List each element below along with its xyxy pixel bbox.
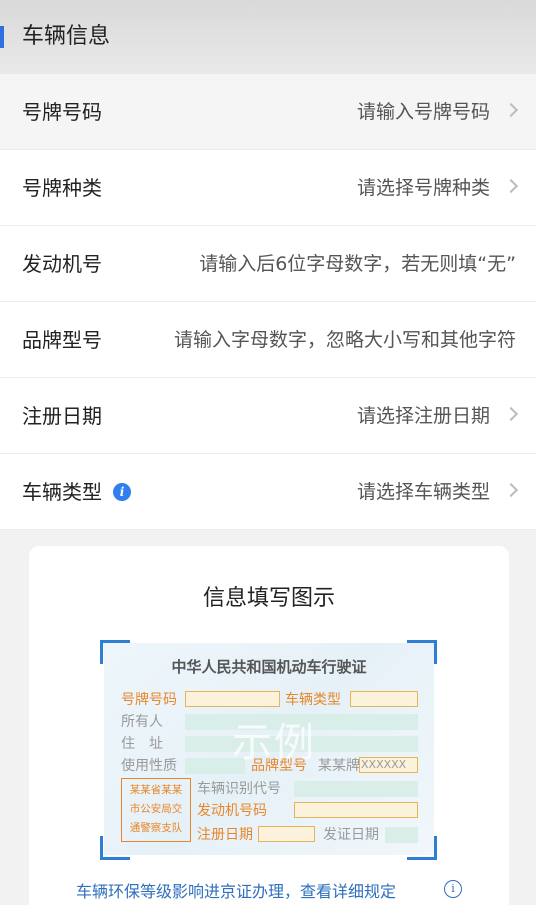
plate-number-label: 号牌号码 [22,100,102,124]
license-vin-box [294,781,418,797]
plate-number-input[interactable]: 请输入号牌号码 [357,74,490,150]
license-vehicle-type-box [350,691,418,707]
license-use-nature-label: 使用性质 [121,758,177,774]
chevron-right-icon [503,102,519,118]
license-issue-date-box [385,827,418,843]
vehicle-type-select[interactable]: 请选择车辆类型 [357,454,490,530]
info-icon[interactable]: i [113,483,131,501]
engine-number-label: 发动机号 [22,252,102,276]
license-vehicle-type-label: 车辆类型 [285,692,341,708]
license-owner-label: 所有人 [121,714,163,730]
page-header: 车辆信息 [0,0,536,74]
license-register-date-label: 注册日期 [197,827,253,843]
license-issue-date-label: 发证日期 [323,827,379,843]
guide-title: 信息填写图示 [202,586,335,611]
chevron-right-icon [503,178,519,194]
register-date-select[interactable]: 请选择注册日期 [357,378,490,454]
engine-number-row[interactable]: 发动机号 请输入后6位字母数字，若无则填“无” [0,226,536,302]
info-circle-icon[interactable]: i [444,880,462,898]
license-title: 中华人民共和国机动车行驶证 [171,658,367,676]
license-address-label: 住 址 [121,736,163,752]
register-date-label: 注册日期 [22,404,102,428]
license-stamp: 某某省某某 市公安局交 通警察支队 [121,778,191,842]
brand-model-row[interactable]: 品牌型号 请输入字母数字，忽略大小写和其他字符 [0,302,536,378]
chevron-right-icon [503,482,519,498]
emission-notice-link[interactable]: 车辆环保等级影响进京证办理，查看详细规定 [76,878,396,902]
license-vin-label: 车辆识别代号 [197,781,281,797]
register-date-row[interactable]: 注册日期 请选择注册日期 [0,378,536,454]
brand-model-label: 品牌型号 [22,328,102,352]
chevron-right-icon [503,406,519,422]
page-title: 车辆信息 [22,24,111,49]
vehicle-type-label: 车辆类型 [22,480,102,504]
vehicle-type-row[interactable]: 车辆类型 i 请选择车辆类型 [0,454,536,530]
license-engine-number-label: 发动机号码 [197,803,267,819]
plate-type-label: 号牌种类 [22,176,102,200]
plate-type-row[interactable]: 号牌种类 请选择号牌种类 [0,150,536,226]
license-engine-number-box [294,802,418,818]
license-plate-number-box [185,691,280,707]
header-accent-bar [0,26,4,48]
license-brand-sample: 某某牌 [318,758,360,774]
plate-number-row[interactable]: 号牌号码 请输入号牌号码 [0,74,536,150]
plate-type-select[interactable]: 请选择号牌种类 [357,150,490,226]
engine-number-input[interactable]: 请输入后6位字母数字，若无则填“无” [199,226,516,302]
sample-watermark: 示例 [232,720,316,766]
brand-model-input[interactable]: 请输入字母数字，忽略大小写和其他字符 [174,302,516,378]
license-register-date-box [258,826,315,842]
license-model-sample: XXXXXX [361,758,407,771]
license-plate-number-label: 号牌号码 [121,692,177,708]
